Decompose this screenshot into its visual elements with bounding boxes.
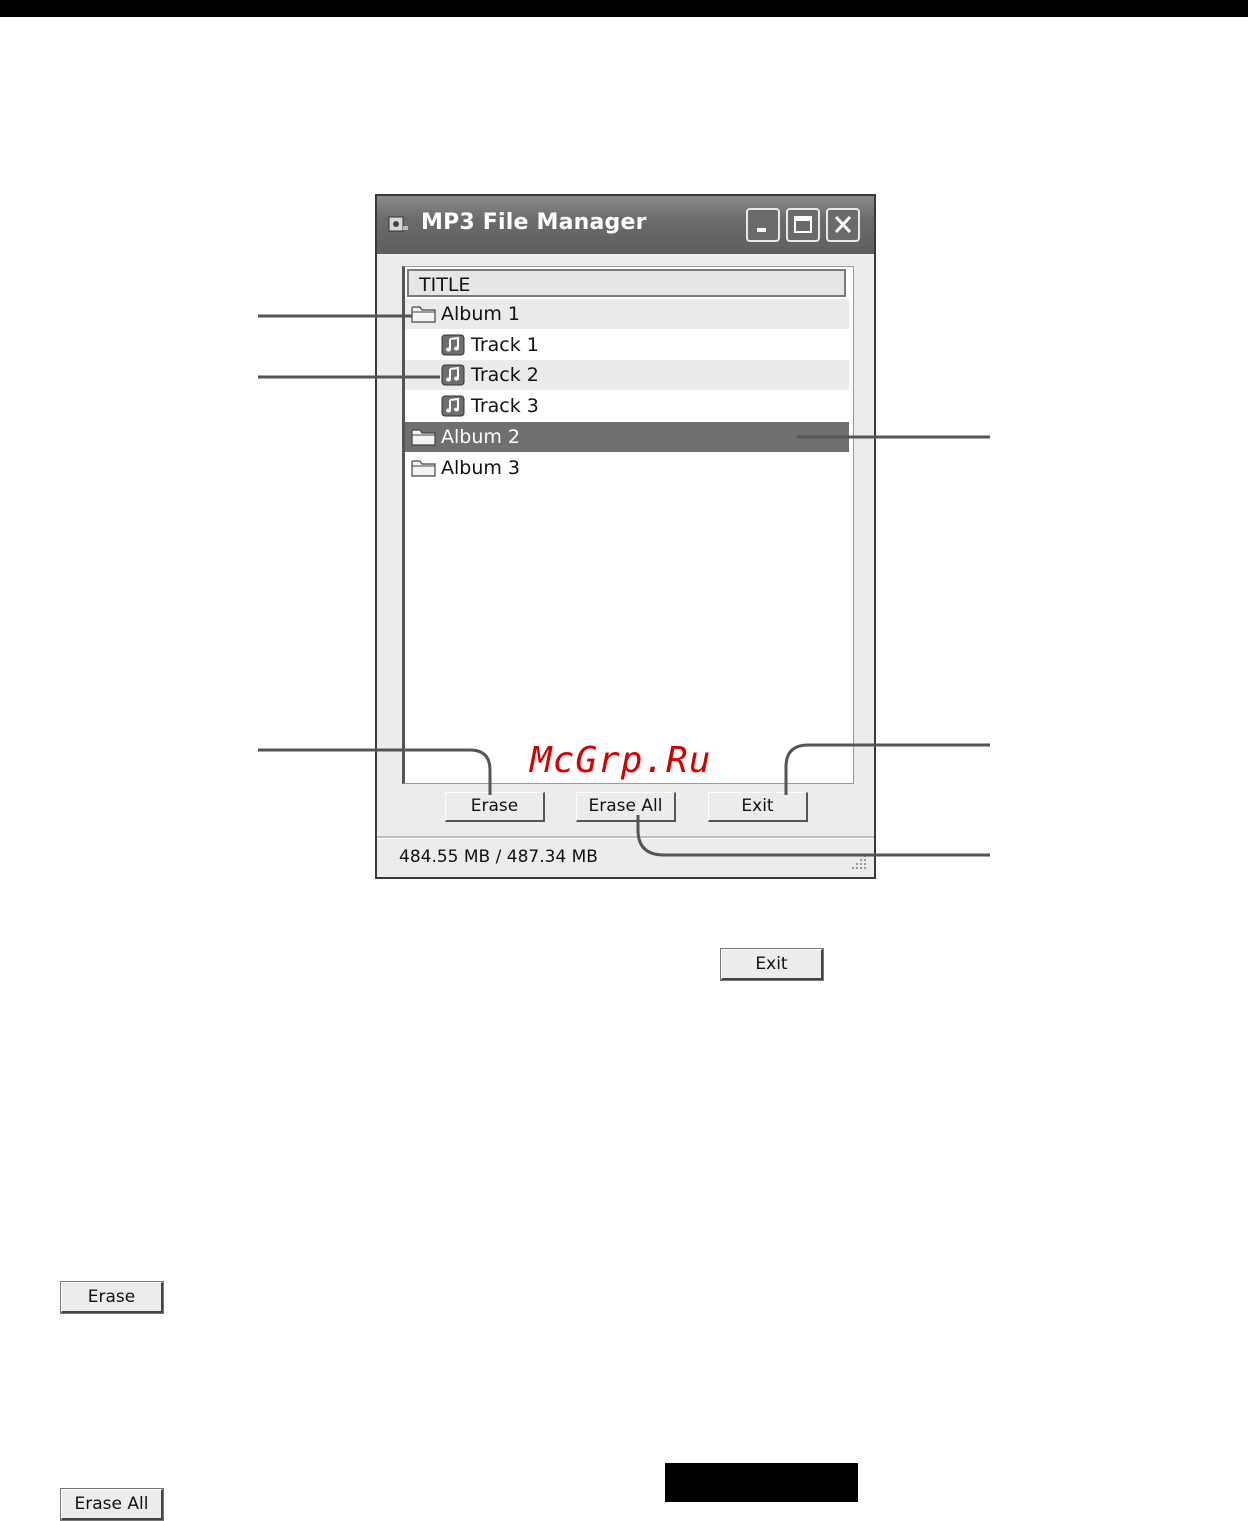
app-icon: [388, 216, 408, 232]
album-row[interactable]: Album 3: [405, 453, 849, 483]
track-row[interactable]: Track 2: [405, 360, 849, 391]
music-note-icon: [441, 364, 465, 390]
erase-all-button[interactable]: Erase All: [576, 792, 676, 822]
album-row[interactable]: Album 1: [405, 299, 849, 329]
track-label: Track 1: [471, 333, 539, 356]
column-header-label: TITLE: [419, 274, 471, 296]
album-label: Album 2: [441, 425, 521, 448]
maximize-icon: [794, 216, 812, 233]
exit-button-reference[interactable]: Exit: [720, 948, 824, 981]
track-row[interactable]: Track 3: [405, 391, 849, 421]
maximize-button[interactable]: [786, 208, 820, 242]
resize-grip-icon[interactable]: [850, 853, 868, 871]
erase-button[interactable]: Erase: [445, 792, 545, 822]
album-label: Album 1: [441, 303, 521, 325]
watermark-text: McGrp.Ru: [530, 740, 712, 781]
folder-icon: [411, 426, 437, 452]
folder-icon: [411, 303, 437, 329]
music-note-icon: [441, 395, 465, 421]
album-label: Album 3: [441, 456, 521, 479]
title-bar[interactable]: MP3 File Manager: [377, 196, 874, 254]
music-note-icon: [441, 334, 465, 360]
bottom-black-block: [665, 1463, 858, 1502]
close-button[interactable]: [826, 208, 860, 242]
close-icon: [834, 215, 852, 234]
track-row[interactable]: Track 1: [405, 330, 849, 360]
minimize-icon: [757, 228, 766, 232]
album-row[interactable]: Album 2: [405, 421, 849, 452]
track-label: Track 2: [471, 364, 539, 387]
minimize-button[interactable]: [746, 208, 780, 242]
storage-status: 484.55 MB / 487.34 MB: [399, 847, 598, 867]
exit-button[interactable]: Exit: [708, 792, 808, 822]
track-label: Track 3: [471, 395, 539, 418]
erase-button-reference[interactable]: Erase: [60, 1281, 164, 1314]
status-separator: [377, 836, 874, 839]
window-title: MP3 File Manager: [421, 210, 647, 235]
top-black-bar: [0, 0, 1248, 17]
erase-all-button-reference[interactable]: Erase All: [60, 1488, 164, 1521]
file-list[interactable]: TITLE Album 1 Track 1 Track 2 Track 3 Album …: [402, 266, 854, 784]
folder-icon: [411, 457, 437, 483]
column-header-title[interactable]: TITLE: [407, 269, 846, 297]
